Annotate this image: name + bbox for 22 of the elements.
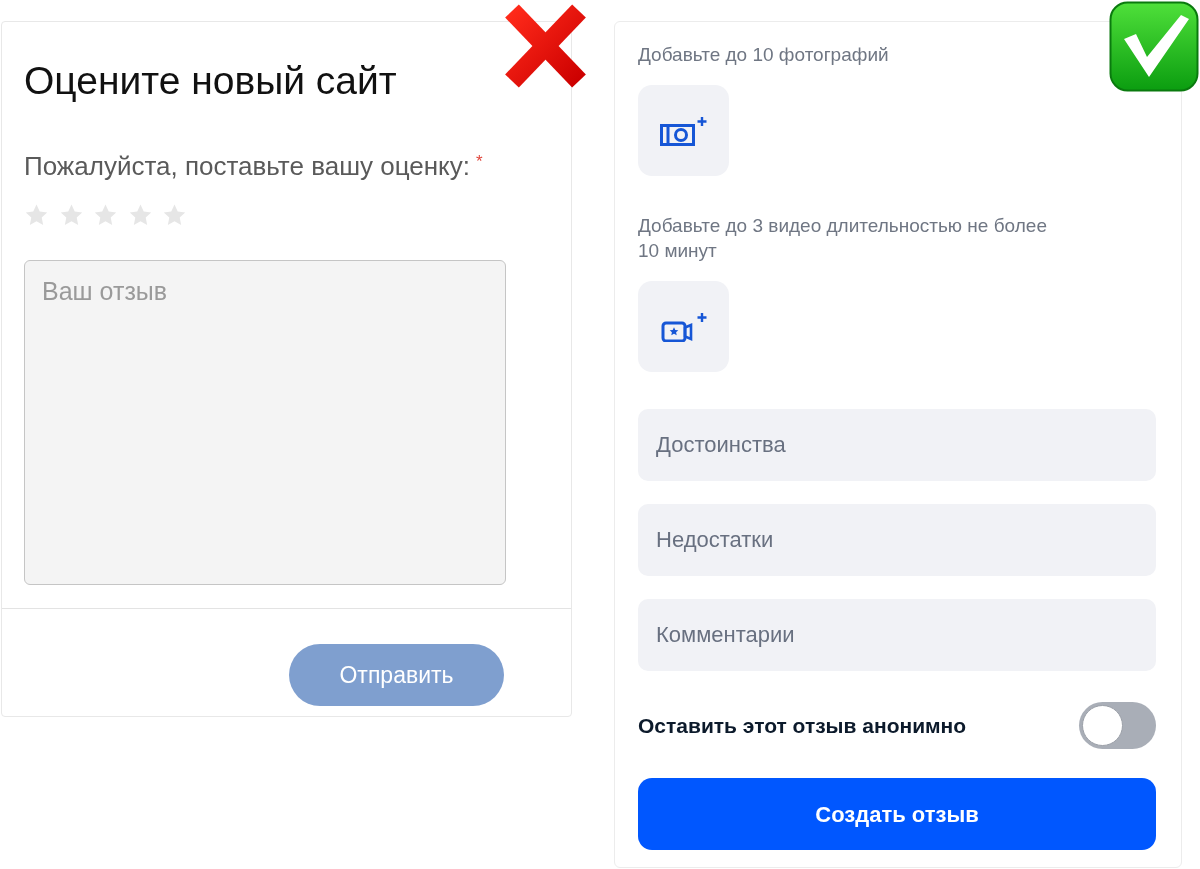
rating-label: Пожалуйста, поставьте вашу оценку: (24, 151, 470, 181)
video-camera-plus-icon (659, 311, 708, 342)
required-mark: * (476, 152, 483, 171)
create-review-button[interactable]: Создать отзыв (638, 778, 1156, 850)
form-title: Оцените новый сайт (24, 60, 397, 102)
camera-plus-icon (659, 115, 708, 146)
toggle-switch[interactable] (1079, 702, 1156, 749)
input-field[interactable]: Недостатки (638, 504, 1156, 576)
input-field[interactable]: Достоинства (638, 409, 1156, 481)
star-icon[interactable] (162, 203, 187, 228)
photo-hint: Добавьте до 10 фотографий (638, 43, 889, 67)
anonymous-label: Оставить этот отзыв анонимно (638, 712, 967, 739)
video-hint: Добавьте до 3 видео длительностью не более 10 минут (638, 214, 1048, 263)
star-rating[interactable] (24, 203, 187, 228)
input-field[interactable]: Комментарии (638, 599, 1156, 671)
star-icon[interactable] (24, 203, 49, 228)
add-video-button[interactable] (638, 281, 729, 372)
star-icon[interactable] (93, 203, 118, 228)
star-icon[interactable] (127, 203, 153, 228)
add-photo-button[interactable] (638, 85, 729, 176)
review-textarea[interactable]: Ваш отзыв (24, 260, 506, 585)
star-icon[interactable] (58, 203, 84, 228)
